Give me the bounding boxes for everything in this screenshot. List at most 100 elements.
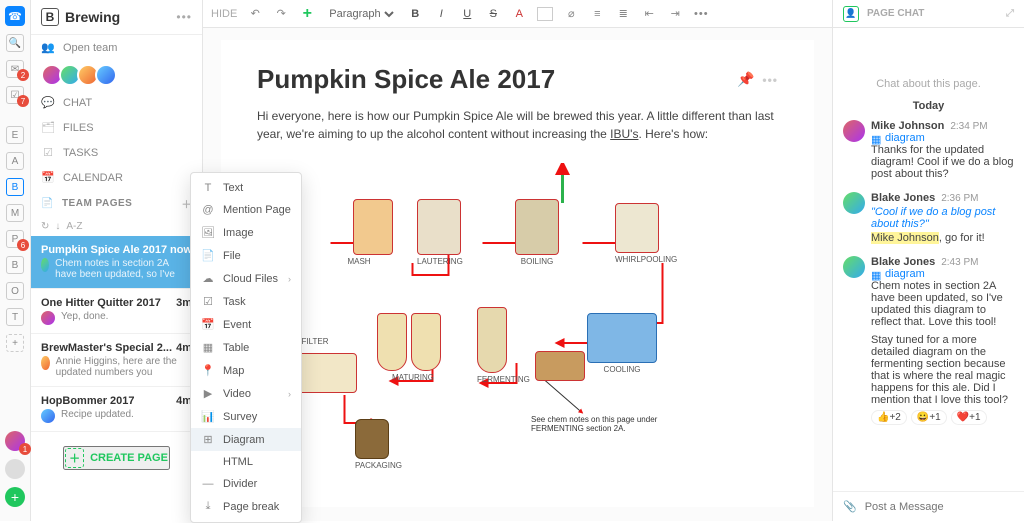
sort-direction-icon[interactable]: ↓ bbox=[55, 221, 60, 232]
page-item[interactable]: Pumpkin Spice Ale 2017now Chem notes in … bbox=[31, 236, 202, 289]
insert-icon[interactable]: + bbox=[299, 5, 315, 23]
insert-text[interactable]: TText bbox=[191, 177, 301, 199]
chat-message: Blake Jones2:43 PM ▦diagram Chem notes i… bbox=[843, 256, 1014, 425]
attach-icon[interactable]: 📎 bbox=[843, 500, 857, 513]
team-more-icon[interactable]: ••• bbox=[176, 10, 192, 24]
redo-icon[interactable]: ↷ bbox=[273, 5, 289, 23]
team-b[interactable]: B bbox=[6, 178, 24, 196]
chat-message: Mike Johnson2:34 PM ▦diagram Thanks for … bbox=[843, 120, 1014, 180]
app-rail: ☎ 🔍 ✉2 ☑7 E A B M P6 B O T + 1 + bbox=[0, 0, 31, 521]
insert-video[interactable]: ▶Video› bbox=[191, 382, 301, 405]
paragraph-select[interactable]: Paragraph bbox=[325, 7, 397, 21]
create-page-button[interactable]: ＋ CREATE PAGE bbox=[63, 446, 170, 470]
avatar bbox=[843, 120, 865, 142]
text-icon: T bbox=[201, 182, 215, 194]
chevron-right-icon: › bbox=[288, 389, 291, 399]
pin-icon[interactable]: 📌 bbox=[737, 71, 754, 88]
task-icon: ☑ bbox=[201, 295, 215, 308]
inbox-icon[interactable]: ✉2 bbox=[6, 60, 24, 78]
sort-az[interactable]: A-Z bbox=[66, 221, 82, 232]
doc-body[interactable]: Hi everyone, here is how our Pumpkin Spi… bbox=[257, 107, 778, 143]
indent-icon[interactable]: ⇥ bbox=[667, 5, 683, 23]
page-title: Pumpkin Spice Ale 2017 bbox=[257, 64, 555, 95]
insert-page-break[interactable]: ⤓Page break bbox=[191, 495, 301, 518]
page-item[interactable]: HopBommer 20174m Recipe updated. bbox=[31, 387, 202, 432]
team-o[interactable]: O bbox=[6, 282, 24, 300]
page-chat-title: PAGE CHAT bbox=[867, 8, 924, 19]
reactions[interactable]: 👍+2 😀+1 ❤️+1 bbox=[871, 410, 1014, 425]
diagram-link[interactable]: ▦diagram bbox=[871, 268, 1014, 280]
insert-mention-page[interactable]: @Mention Page bbox=[191, 199, 301, 221]
team-sidebar: B Brewing ••• 👥 Open team 💬CHAT 🗂FILES ☑… bbox=[31, 0, 203, 521]
chat-message: Blake Jones2:36 PM "Cool if we do a blog… bbox=[843, 192, 1014, 244]
mention-icon: @ bbox=[201, 204, 215, 216]
insert-diagram[interactable]: ⊞Diagram bbox=[191, 428, 301, 451]
diagram-icon: ⊞ bbox=[201, 433, 215, 446]
nav-chat[interactable]: 💬CHAT bbox=[31, 90, 202, 115]
add-button[interactable]: + bbox=[5, 487, 25, 507]
insert-event[interactable]: 📅Event bbox=[191, 313, 301, 336]
document: Pumpkin Spice Ale 2017 📌 ••• Hi everyone… bbox=[221, 40, 814, 507]
team-t[interactable]: T bbox=[6, 308, 24, 326]
strike-button[interactable]: S bbox=[485, 5, 501, 23]
undo-icon[interactable]: ↶ bbox=[247, 5, 263, 23]
chat-input-field[interactable] bbox=[865, 501, 1014, 513]
phone-icon[interactable]: ☎ bbox=[5, 6, 25, 26]
team-e[interactable]: E bbox=[6, 126, 24, 144]
insert-task[interactable]: ☑Task bbox=[191, 290, 301, 313]
diagram-link[interactable]: ▦diagram bbox=[871, 132, 1014, 144]
sort-row[interactable]: ↻ ↓ A-Z bbox=[31, 217, 202, 236]
editor-toolbar: HIDE ↶ ↷ + Paragraph B I U S A ⌀ ≡ ≣ ⇤ ⇥… bbox=[203, 0, 832, 28]
page-item[interactable]: BrewMaster's Special 2...4m Annie Higgin… bbox=[31, 334, 202, 387]
avatar bbox=[843, 192, 865, 214]
clear-format-icon[interactable]: ⌀ bbox=[563, 5, 579, 23]
team-pages-section: 📄 TEAM PAGES ＋ bbox=[31, 190, 202, 217]
brewing-diagram[interactable]: MILLING MASH LAUTERING BOILING WHIRLPOOL… bbox=[257, 163, 778, 483]
hide-button[interactable]: HIDE bbox=[211, 5, 237, 23]
nav-calendar[interactable]: 📅CALENDAR bbox=[31, 165, 202, 190]
page-chat-panel: 👤 PAGE CHAT ⤢ Chat about this page. Toda… bbox=[832, 0, 1024, 521]
team-b2[interactable]: B bbox=[6, 256, 24, 274]
bullet-list-icon[interactable]: ≡ bbox=[589, 5, 605, 23]
underline-button[interactable]: U bbox=[459, 5, 475, 23]
insert-survey[interactable]: 📊Survey bbox=[191, 405, 301, 428]
nav-tasks[interactable]: ☑TASKS bbox=[31, 140, 202, 165]
user-avatar-2[interactable] bbox=[5, 459, 25, 479]
team-name: Brewing bbox=[65, 9, 176, 25]
text-color-button[interactable]: A bbox=[511, 5, 527, 23]
video-icon: ▶ bbox=[201, 387, 215, 400]
outdent-icon[interactable]: ⇤ bbox=[641, 5, 657, 23]
more-toolbar-icon[interactable]: ••• bbox=[693, 5, 709, 23]
map-icon: 📍 bbox=[201, 364, 215, 377]
italic-button[interactable]: I bbox=[433, 5, 449, 23]
add-team-button[interactable]: + bbox=[6, 334, 24, 352]
nav-files[interactable]: 🗂FILES bbox=[31, 115, 202, 140]
search-icon[interactable]: 🔍 bbox=[6, 34, 24, 52]
team-a[interactable]: A bbox=[6, 152, 24, 170]
bold-button[interactable]: B bbox=[407, 5, 423, 23]
mention[interactable]: Mike Johnson bbox=[871, 232, 939, 244]
insert-image[interactable]: 🖼Image bbox=[191, 221, 301, 244]
insert-divider[interactable]: —Divider bbox=[191, 473, 301, 495]
team-p[interactable]: P6 bbox=[6, 230, 24, 248]
page-item[interactable]: One Hitter Quitter 20173m Yep, done. bbox=[31, 289, 202, 334]
rail-tasks-icon[interactable]: ☑7 bbox=[6, 86, 24, 104]
team-m[interactable]: M bbox=[6, 204, 24, 222]
number-list-icon[interactable]: ≣ bbox=[615, 5, 631, 23]
chat-input[interactable]: 📎 bbox=[833, 491, 1024, 521]
avatar bbox=[41, 311, 55, 325]
insert-table[interactable]: ▦Table bbox=[191, 336, 301, 359]
avatar bbox=[41, 258, 49, 272]
doc-more-icon[interactable]: ••• bbox=[762, 73, 778, 87]
expand-chat-icon[interactable]: ⤢ bbox=[1006, 8, 1014, 19]
user-avatar-1[interactable]: 1 bbox=[5, 431, 25, 451]
refresh-icon[interactable]: ↻ bbox=[41, 221, 49, 232]
insert-cloud-files[interactable]: ☁Cloud Files› bbox=[191, 267, 301, 290]
highlight-button[interactable] bbox=[537, 7, 553, 21]
insert-map[interactable]: 📍Map bbox=[191, 359, 301, 382]
insert-html[interactable]: HTML bbox=[191, 451, 301, 473]
open-team-row[interactable]: 👥 Open team bbox=[31, 35, 202, 60]
avatar[interactable] bbox=[95, 64, 117, 86]
break-icon: ⤓ bbox=[201, 500, 215, 513]
insert-file[interactable]: 📄File bbox=[191, 244, 301, 267]
